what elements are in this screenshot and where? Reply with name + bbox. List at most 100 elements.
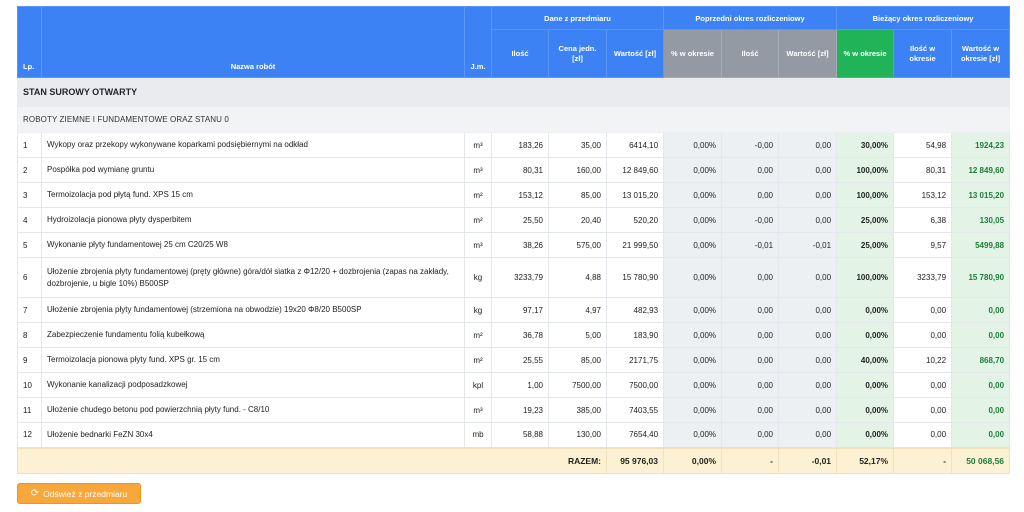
refresh-button-label: Odśwież z przedmiaru bbox=[43, 488, 128, 499]
summary-cur-percent: 52,17% bbox=[836, 446, 895, 474]
cell-name: Termoizolacja pod płytą fund. XPS 15 cm bbox=[41, 182, 465, 208]
cell-ilosc: 183,26 bbox=[491, 132, 549, 158]
cell-cur-percent: 0,00% bbox=[836, 422, 895, 448]
cell-cur-ilosc: 153,12 bbox=[893, 182, 953, 208]
cell-prev-wartosc: 0,00 bbox=[778, 297, 838, 323]
cell-cena: 160,00 bbox=[548, 157, 607, 183]
cell-prev-percent: 0,00% bbox=[663, 157, 723, 183]
cell-wartosc: 482,93 bbox=[605, 297, 665, 323]
table-row: 8 Zabezpieczenie fundamentu folią kubełko… bbox=[17, 322, 1011, 348]
group-header-biezacy: Bieżący okres rozliczeniowy bbox=[836, 6, 1011, 30]
section-title: STAN SUROWY OTWARTY bbox=[16, 77, 1011, 107]
cell-unit: kg bbox=[464, 257, 492, 298]
cell-cur-percent: 0,00% bbox=[836, 397, 895, 423]
cell-cur-wartosc: 868,70 bbox=[951, 347, 1011, 373]
group-header-poprzedni: Poprzedni okres rozliczeniowy bbox=[663, 6, 838, 30]
col-header-cena: Cena jedn. [zł] bbox=[548, 29, 607, 78]
col-header-prev-ilosc: Ilość bbox=[721, 29, 780, 78]
summary-prev-percent: 0,00% bbox=[663, 446, 723, 474]
summary-row: RAZEM: 95 976,03 0,00% - -0,01 52,17% - … bbox=[17, 446, 1011, 474]
cell-cena: 575,00 bbox=[548, 232, 607, 258]
cell-prev-ilosc: 0,00 bbox=[721, 322, 780, 348]
cell-cur-ilosc: 0,00 bbox=[893, 297, 953, 323]
cell-prev-ilosc: -0,00 bbox=[721, 207, 780, 233]
cell-name: Ułożenie bednarki FeZN 30x4 bbox=[41, 422, 465, 448]
cell-cur-percent: 0,00% bbox=[836, 322, 895, 348]
cell-cur-percent: 100,00% bbox=[836, 257, 895, 298]
cell-cur-percent: 25,00% bbox=[836, 232, 895, 258]
cell-prev-percent: 0,00% bbox=[663, 207, 723, 233]
cell-lp: 5 bbox=[17, 232, 42, 258]
cell-name: Ułożenie zbrojenia płyty fundamentowej (… bbox=[41, 297, 465, 323]
cell-prev-wartosc: 0,00 bbox=[778, 397, 838, 423]
cell-prev-wartosc: 0,00 bbox=[778, 207, 838, 233]
table-row: 9 Termoizolacja pionowa płyty fund. XPS g… bbox=[17, 347, 1011, 373]
summary-cur-ilosc: - bbox=[893, 446, 953, 474]
cell-wartosc: 7500,00 bbox=[605, 372, 665, 398]
cell-cena: 85,00 bbox=[548, 347, 607, 373]
cell-wartosc: 7403,55 bbox=[605, 397, 665, 423]
cell-unit: kpl bbox=[464, 372, 492, 398]
cell-cena: 7500,00 bbox=[548, 372, 607, 398]
cell-unit: m² bbox=[464, 182, 492, 208]
cell-ilosc: 1,00 bbox=[491, 372, 549, 398]
cell-wartosc: 520,20 bbox=[605, 207, 665, 233]
col-header-unit: J.m. bbox=[464, 6, 492, 78]
cell-lp: 4 bbox=[17, 207, 42, 233]
cell-lp: 10 bbox=[17, 372, 42, 398]
cell-unit: m² bbox=[464, 207, 492, 233]
cell-lp: 8 bbox=[17, 322, 42, 348]
cell-prev-ilosc: 0,00 bbox=[721, 347, 780, 373]
cell-cur-ilosc: 3233,79 bbox=[893, 257, 953, 298]
col-header-prev-percent: % w okresie bbox=[663, 29, 723, 78]
cell-prev-wartosc: 0,00 bbox=[778, 157, 838, 183]
cell-cur-ilosc: 0,00 bbox=[893, 397, 953, 423]
cell-unit: mb bbox=[464, 422, 492, 448]
cell-cena: 20,40 bbox=[548, 207, 607, 233]
cell-unit: m² bbox=[464, 322, 492, 348]
table-row: 1 Wykopy oraz przekopy wykonywane koparka… bbox=[17, 132, 1011, 158]
refresh-from-przedmiar-button[interactable]: ⟳ Odśwież z przedmiaru bbox=[17, 483, 141, 504]
cell-cur-wartosc: 130,05 bbox=[951, 207, 1011, 233]
col-header-prev-wartosc: Wartość [zł] bbox=[778, 29, 838, 78]
cell-cur-wartosc: 1924,23 bbox=[951, 132, 1011, 158]
summary-cur-wartosc: 50 068,56 bbox=[951, 446, 1011, 474]
cell-cur-ilosc: 0,00 bbox=[893, 372, 953, 398]
cell-prev-ilosc: 0,00 bbox=[721, 257, 780, 298]
table-row: 4 Hydroizolacja pionowa płyty dysperbitem… bbox=[17, 207, 1011, 233]
cell-unit: m² bbox=[464, 347, 492, 373]
cell-cur-percent: 25,00% bbox=[836, 207, 895, 233]
cell-prev-percent: 0,00% bbox=[663, 372, 723, 398]
cell-cena: 35,00 bbox=[548, 132, 607, 158]
cell-prev-percent: 0,00% bbox=[663, 322, 723, 348]
cell-ilosc: 36,78 bbox=[491, 322, 549, 348]
cell-prev-wartosc: 0,00 bbox=[778, 257, 838, 298]
cell-ilosc: 25,50 bbox=[491, 207, 549, 233]
col-header-lp: Lp. bbox=[17, 6, 42, 78]
cell-prev-wartosc: 0,00 bbox=[778, 372, 838, 398]
cell-name: Wykonanie kanalizacji podposadzkowej bbox=[41, 372, 465, 398]
cell-ilosc: 3233,79 bbox=[491, 257, 549, 298]
cell-unit: m³ bbox=[464, 232, 492, 258]
cell-prev-ilosc: 0,00 bbox=[721, 397, 780, 423]
cell-lp: 2 bbox=[17, 157, 42, 183]
table-row: 3 Termoizolacja pod płytą fund. XPS 15 cm… bbox=[17, 182, 1011, 208]
cell-name: Wykopy oraz przekopy wykonywane koparkam… bbox=[41, 132, 465, 158]
cell-cur-wartosc: 0,00 bbox=[951, 297, 1011, 323]
col-header-wartosc: Wartość [zł] bbox=[605, 29, 665, 78]
cell-cur-wartosc: 0,00 bbox=[951, 322, 1011, 348]
cell-prev-wartosc: -0,01 bbox=[778, 232, 838, 258]
cell-cur-ilosc: 0,00 bbox=[893, 322, 953, 348]
cell-prev-ilosc: 0,00 bbox=[721, 157, 780, 183]
cell-prev-ilosc: 0,00 bbox=[721, 422, 780, 448]
cell-cur-ilosc: 10,22 bbox=[893, 347, 953, 373]
cell-prev-wartosc: 0,00 bbox=[778, 322, 838, 348]
table-row: 5 Wykonanie płyty fundamentowej 25 cm C20… bbox=[17, 232, 1011, 258]
cell-cur-ilosc: 54,98 bbox=[893, 132, 953, 158]
cell-cur-wartosc: 5499,88 bbox=[951, 232, 1011, 258]
cell-unit: kg bbox=[464, 297, 492, 323]
col-header-cur-percent: % w okresie bbox=[836, 29, 895, 78]
summary-wartosc: 95 976,03 bbox=[605, 446, 665, 474]
cell-cena: 4,88 bbox=[548, 257, 607, 298]
cell-cur-wartosc: 0,00 bbox=[951, 422, 1011, 448]
